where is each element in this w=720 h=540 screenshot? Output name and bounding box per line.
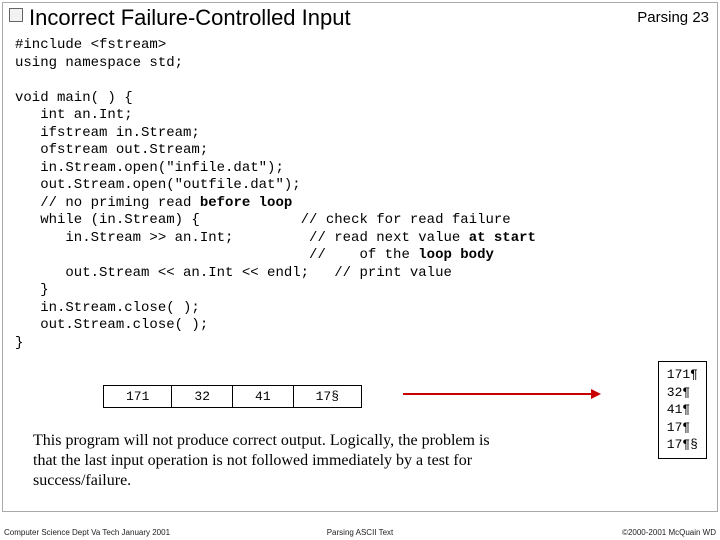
code-line: in.Stream.open("infile.dat"); (15, 160, 284, 176)
code-comment: // of the (15, 247, 418, 263)
code-line: #include <fstream> (15, 37, 166, 53)
code-bold: before loop (200, 195, 292, 211)
output-line: 171¶ (667, 366, 698, 384)
code-line: int an.Int; (15, 107, 133, 123)
code-line: out.Stream << an.Int << endl; (15, 265, 309, 281)
code-line: in.Stream >> an.Int; (15, 230, 233, 246)
corner-box (9, 8, 23, 22)
arrow-icon (403, 393, 593, 395)
code-line: ifstream in.Stream; (15, 125, 200, 141)
code-line: } (15, 282, 49, 298)
code-line: // no priming read (15, 195, 200, 211)
code-block: #include <fstream> using namespace std; … (15, 37, 709, 352)
input-cell: 41 (232, 385, 294, 408)
input-cell: 32 (171, 385, 233, 408)
code-comment: // check for read failure (200, 212, 511, 228)
output-line: 32¶ (667, 384, 698, 402)
code-line: in.Stream.close( ); (15, 300, 200, 316)
output-line: 17¶§ (667, 436, 698, 454)
output-line: 41¶ (667, 401, 698, 419)
code-line: } (15, 335, 23, 351)
code-line: out.Stream.open("outfile.dat"); (15, 177, 301, 193)
explanation-text: This program will not produce correct ou… (33, 431, 513, 491)
code-line: out.Stream.close( ); (15, 317, 208, 333)
code-line: void main( ) { (15, 90, 133, 106)
code-comment: // read next value (233, 230, 468, 246)
code-comment: // print value (309, 265, 452, 281)
code-line: using namespace std; (15, 55, 183, 71)
footer-right: ©2000-2001 McQuain WD (622, 528, 716, 537)
header-right: Parsing 23 (637, 9, 709, 26)
input-cell: 17§ (293, 385, 362, 408)
code-line: while (in.Stream) { (15, 212, 200, 228)
footer-center: Parsing ASCII Text (327, 528, 394, 537)
page-number: 23 (692, 9, 709, 26)
output-line: 17¶ (667, 419, 698, 437)
code-line: ofstream out.Stream; (15, 142, 208, 158)
input-data-row: 171324117§ (103, 385, 361, 408)
section-label: Parsing (637, 9, 688, 26)
code-bold: at start (469, 230, 536, 246)
slide-frame: Incorrect Failure-Controlled Input Parsi… (2, 2, 718, 512)
code-bold: loop body (418, 247, 494, 263)
slide-title: Incorrect Failure-Controlled Input (29, 5, 351, 31)
footer-left: Computer Science Dept Va Tech January 20… (4, 528, 170, 537)
output-box: 171¶ 32¶ 41¶ 17¶ 17¶§ (658, 361, 707, 459)
input-cell: 171 (103, 385, 172, 408)
